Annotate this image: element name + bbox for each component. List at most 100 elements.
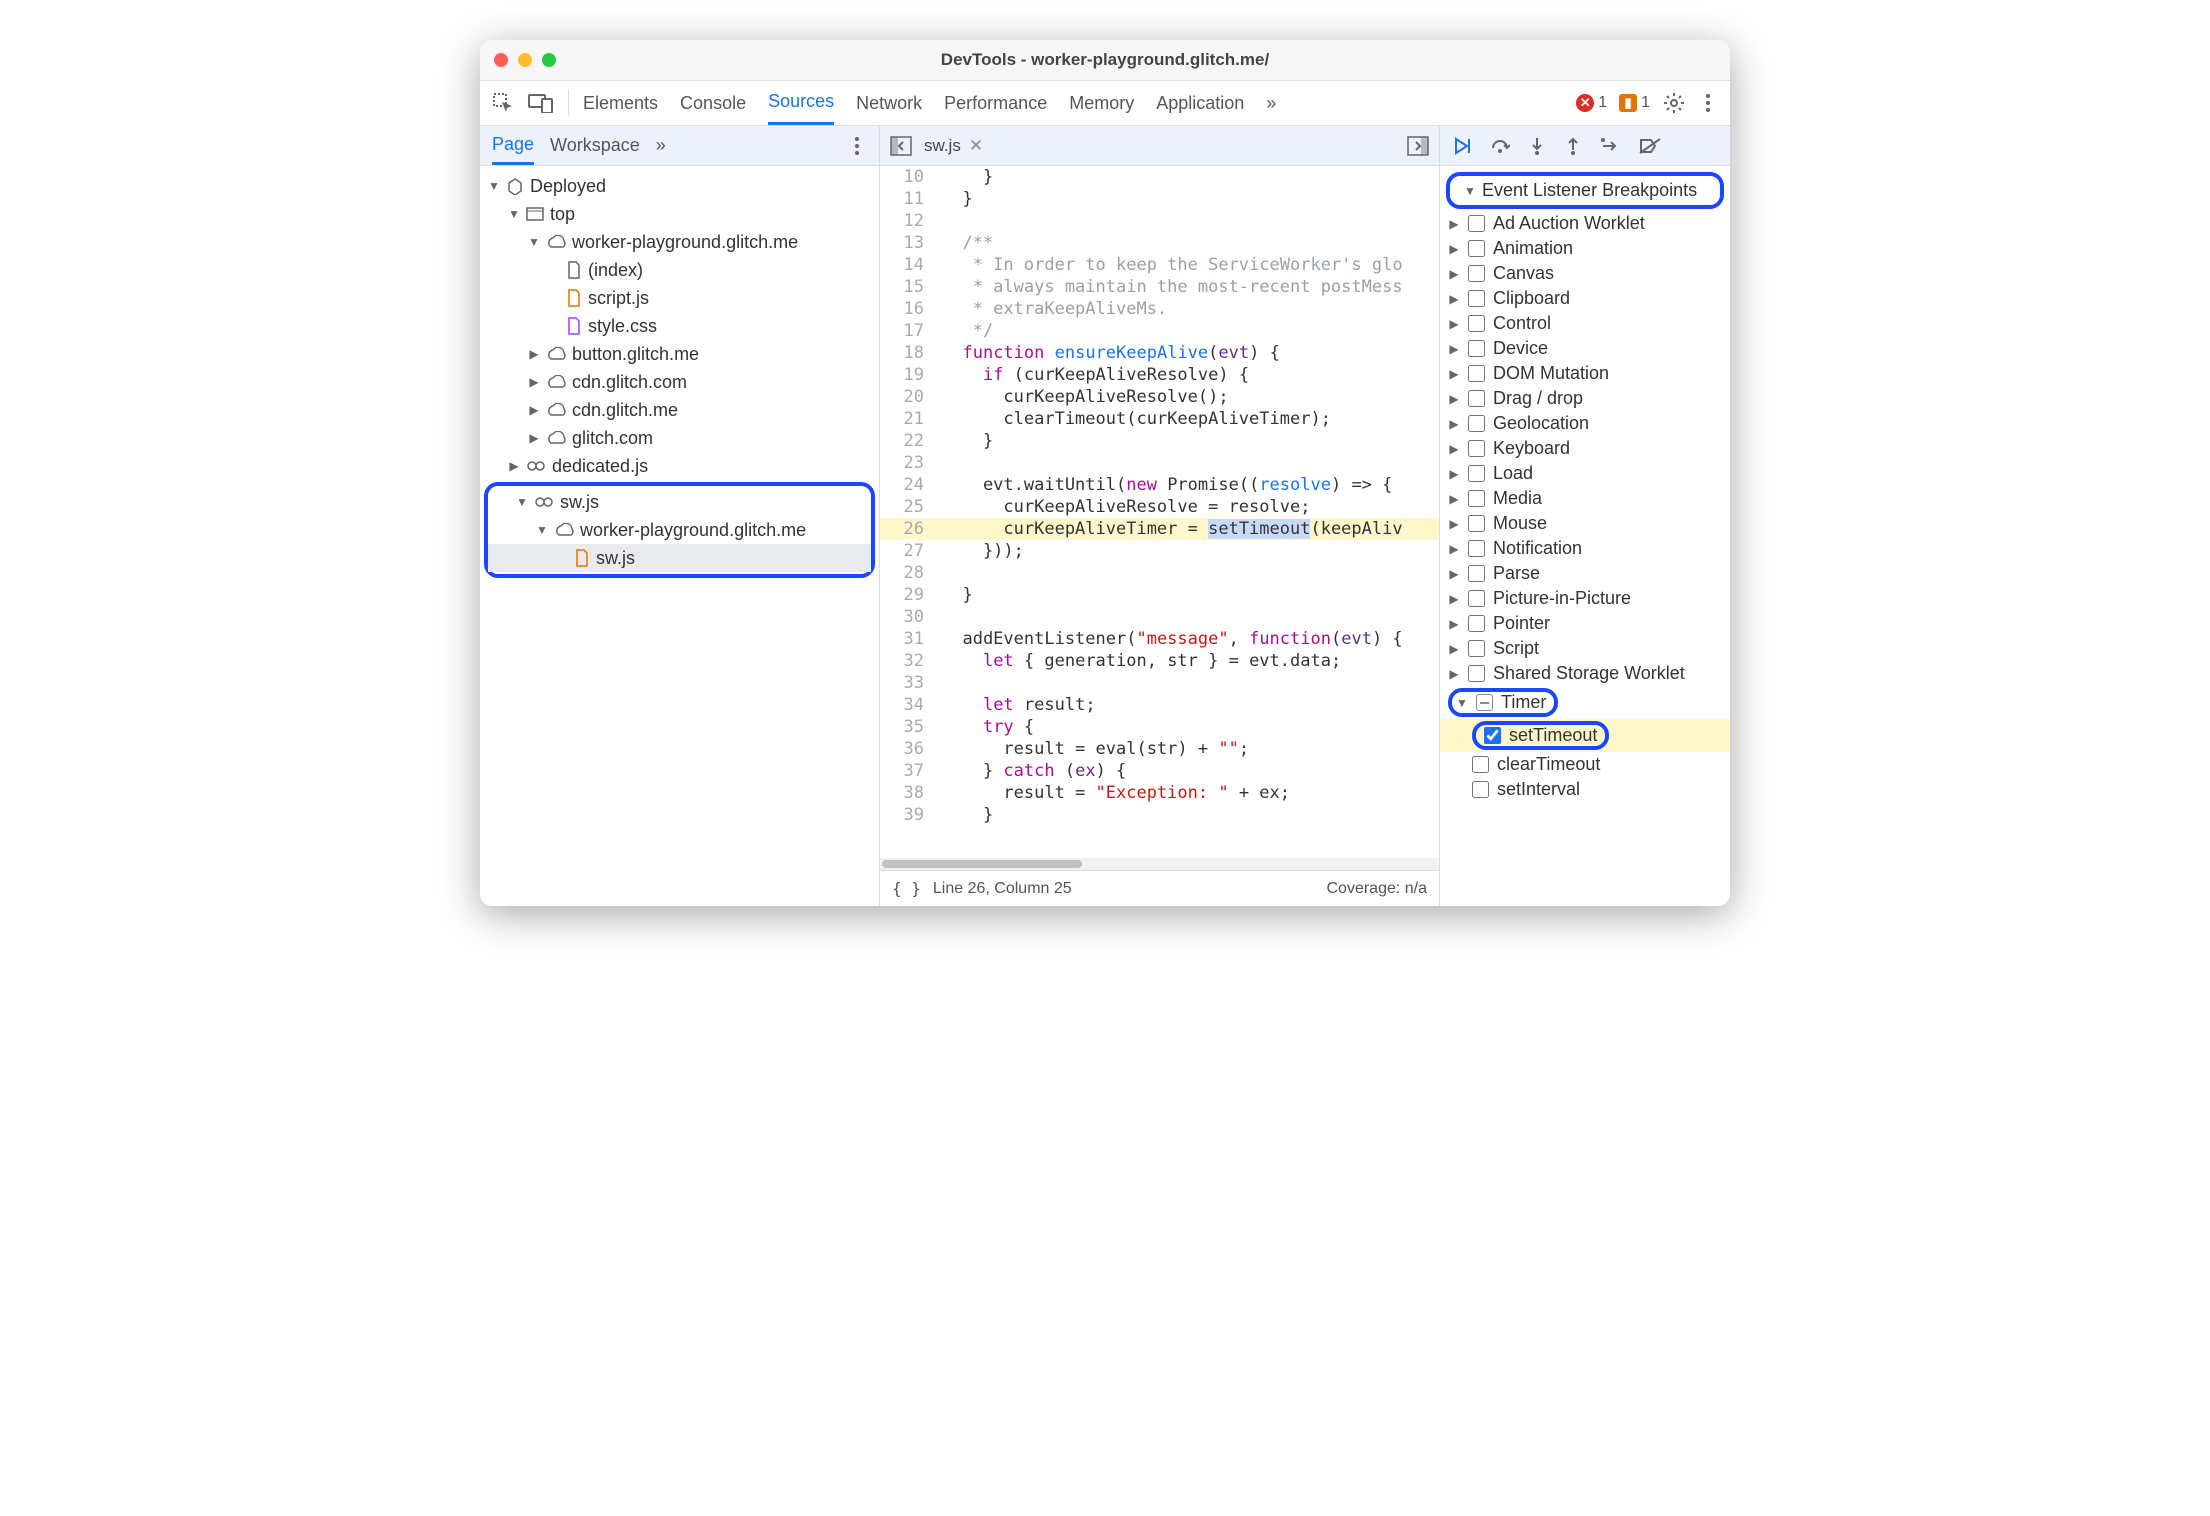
code-line[interactable]: 15 * always maintain the most-recent pos… (880, 276, 1439, 298)
tab-performance[interactable]: Performance (944, 81, 1047, 125)
tree-domain-button[interactable]: ▶button.glitch.me (480, 340, 879, 368)
code-line[interactable]: 24 evt.waitUntil(new Promise((resolve) =… (880, 474, 1439, 496)
bp-checkbox[interactable] (1484, 727, 1501, 744)
code-editor[interactable]: 10 }11 }1213 /**14 * In order to keep th… (880, 166, 1439, 858)
line-number[interactable]: 16 (880, 298, 938, 320)
tree-sw-file[interactable]: sw.js (488, 544, 871, 572)
bp-category[interactable]: ▶Shared Storage Worklet (1440, 661, 1730, 686)
subtab-page[interactable]: Page (492, 126, 534, 165)
bp-checkbox-partial[interactable] (1476, 694, 1493, 711)
bp-item[interactable]: setInterval (1440, 777, 1730, 802)
close-tab-icon[interactable]: ✕ (969, 136, 983, 156)
code-line[interactable]: 21 clearTimeout(curKeepAliveTimer); (880, 408, 1439, 430)
deactivate-breakpoints-icon[interactable] (1638, 137, 1662, 155)
bp-checkbox[interactable] (1468, 515, 1485, 532)
bp-checkbox[interactable] (1468, 590, 1485, 607)
code-line[interactable]: 34 let result; (880, 694, 1439, 716)
line-number[interactable]: 21 (880, 408, 938, 430)
line-number[interactable]: 24 (880, 474, 938, 496)
code-line[interactable]: 36 result = eval(str) + ""; (880, 738, 1439, 760)
more-subtabs-icon[interactable]: » (656, 135, 666, 156)
bp-category[interactable]: ▶Mouse (1440, 511, 1730, 536)
bp-checkbox[interactable] (1468, 565, 1485, 582)
bp-checkbox[interactable] (1468, 640, 1485, 657)
line-number[interactable]: 39 (880, 804, 938, 826)
tree-domain-glitch[interactable]: ▶glitch.com (480, 424, 879, 452)
bp-category[interactable]: ▶Parse (1440, 561, 1730, 586)
bp-checkbox[interactable] (1468, 290, 1485, 307)
line-number[interactable]: 15 (880, 276, 938, 298)
code-line[interactable]: 31 addEventListener("message", function(… (880, 628, 1439, 650)
line-number[interactable]: 23 (880, 452, 938, 474)
tree-domain-cdn-me[interactable]: ▶cdn.glitch.me (480, 396, 879, 424)
code-line[interactable]: 22 } (880, 430, 1439, 452)
bp-item[interactable]: clearTimeout (1440, 752, 1730, 777)
tab-memory[interactable]: Memory (1069, 81, 1134, 125)
code-line[interactable]: 12 (880, 210, 1439, 232)
code-line[interactable]: 17 */ (880, 320, 1439, 342)
line-number[interactable]: 38 (880, 782, 938, 804)
bp-category[interactable]: ▶Control (1440, 311, 1730, 336)
bp-category[interactable]: ▶Notification (1440, 536, 1730, 561)
code-line[interactable]: 14 * In order to keep the ServiceWorker'… (880, 254, 1439, 276)
bp-category[interactable]: ▶Canvas (1440, 261, 1730, 286)
bp-checkbox[interactable] (1468, 390, 1485, 407)
line-number[interactable]: 34 (880, 694, 938, 716)
tree-file-scriptjs[interactable]: script.js (480, 284, 879, 312)
code-line[interactable]: 35 try { (880, 716, 1439, 738)
line-number[interactable]: 30 (880, 606, 938, 628)
bp-checkbox[interactable] (1472, 756, 1489, 773)
tab-sources[interactable]: Sources (768, 81, 834, 125)
pretty-print-icon[interactable]: { } (892, 879, 921, 898)
line-number[interactable]: 18 (880, 342, 938, 364)
code-line[interactable]: 19 if (curKeepAliveResolve) { (880, 364, 1439, 386)
line-number[interactable]: 26 (880, 518, 938, 540)
line-number[interactable]: 25 (880, 496, 938, 518)
tree-file-index[interactable]: (index) (480, 256, 879, 284)
line-number[interactable]: 20 (880, 386, 938, 408)
bp-category[interactable]: ▶Ad Auction Worklet (1440, 211, 1730, 236)
code-line[interactable]: 39 } (880, 804, 1439, 826)
code-line[interactable]: 13 /** (880, 232, 1439, 254)
code-line[interactable]: 26 curKeepAliveTimer = setTimeout(keepAl… (880, 518, 1439, 540)
code-line[interactable]: 33 (880, 672, 1439, 694)
tree-file-stylecss[interactable]: style.css (480, 312, 879, 340)
bp-category[interactable]: ▶Device (1440, 336, 1730, 361)
line-number[interactable]: 12 (880, 210, 938, 232)
resume-icon[interactable] (1452, 136, 1472, 156)
line-number[interactable]: 17 (880, 320, 938, 342)
code-line[interactable]: 20 curKeepAliveResolve(); (880, 386, 1439, 408)
event-listener-breakpoints-header[interactable]: ▼Event Listener Breakpoints (1456, 176, 1714, 205)
code-line[interactable]: 32 let { generation, str } = evt.data; (880, 650, 1439, 672)
step-icon[interactable] (1600, 137, 1620, 155)
code-line[interactable]: 30 (880, 606, 1439, 628)
bp-category[interactable]: ▶Animation (1440, 236, 1730, 261)
line-number[interactable]: 37 (880, 760, 938, 782)
bp-checkbox[interactable] (1468, 365, 1485, 382)
bp-item[interactable]: setTimeout (1440, 719, 1730, 752)
code-line[interactable]: 23 (880, 452, 1439, 474)
bp-category[interactable]: ▶Keyboard (1440, 436, 1730, 461)
tab-elements[interactable]: Elements (583, 81, 658, 125)
step-out-icon[interactable] (1564, 136, 1582, 156)
code-line[interactable]: 25 curKeepAliveResolve = resolve; (880, 496, 1439, 518)
tree-top[interactable]: ▼top (480, 200, 879, 228)
settings-icon[interactable] (1662, 91, 1686, 115)
error-count[interactable]: ✕1 (1576, 94, 1607, 112)
code-line[interactable]: 11 } (880, 188, 1439, 210)
code-line[interactable]: 29 } (880, 584, 1439, 606)
tree-domain-main[interactable]: ▼worker-playground.glitch.me (480, 228, 879, 256)
code-line[interactable]: 27 })); (880, 540, 1439, 562)
tab-network[interactable]: Network (856, 81, 922, 125)
bp-category[interactable]: ▶DOM Mutation (1440, 361, 1730, 386)
bp-category[interactable]: ▶Clipboard (1440, 286, 1730, 311)
bp-checkbox[interactable] (1468, 315, 1485, 332)
line-number[interactable]: 22 (880, 430, 938, 452)
horizontal-scrollbar[interactable] (880, 858, 1439, 870)
more-tabs-icon[interactable]: » (1266, 93, 1276, 114)
toggle-debugger-icon[interactable] (1407, 136, 1429, 156)
code-line[interactable]: 10 } (880, 166, 1439, 188)
tree-sw-domain[interactable]: ▼worker-playground.glitch.me (488, 516, 871, 544)
step-into-icon[interactable] (1528, 136, 1546, 156)
navigator-menu-icon[interactable] (847, 137, 867, 155)
